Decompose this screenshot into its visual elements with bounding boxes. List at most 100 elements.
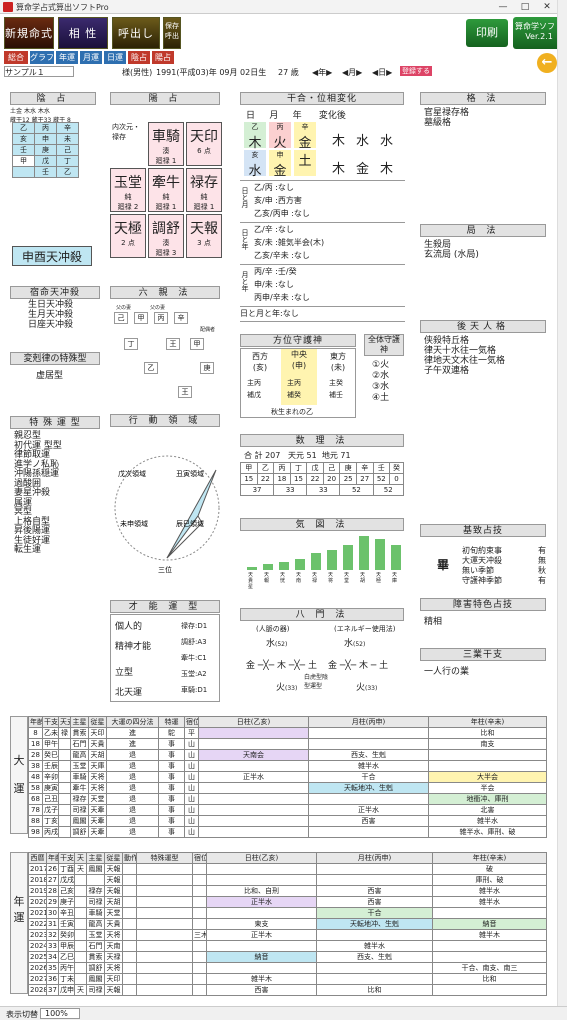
tokushu-list: 親忍型 初代運 型型 律節取運 進学ノ私恥 沖陽孫穏運 過酸囲 妻星沖殺 属運 冥型 上格自型 昇後…	[14, 431, 62, 555]
back-icon[interactable]: ←	[537, 53, 557, 73]
table-cell: 雑半水、庫刑、破	[428, 826, 547, 838]
table-cell: 貫索	[86, 951, 105, 963]
table-cell: 禄	[58, 727, 71, 739]
table-cell: 北害	[428, 804, 547, 816]
year-stepper[interactable]: ◀年▶	[312, 67, 332, 78]
inzen-cell: 未	[56, 133, 79, 145]
kisou-list: 初旬約束事 有 大運天冲殺 無 無い季節 秋 守護神季節 有	[462, 546, 546, 585]
table-cell: 2019	[28, 885, 47, 897]
table-header: 特運	[158, 716, 185, 728]
table-cell: 天胡	[104, 896, 123, 908]
table-row[interactable]: 2024 33 甲辰 石門 天南 雑半水	[28, 940, 547, 952]
table-cell: 33	[46, 940, 59, 952]
table-cell	[122, 940, 137, 952]
table-cell: 雑半水	[316, 940, 433, 952]
table-cell	[198, 760, 309, 772]
table-cell: 78	[28, 804, 43, 816]
table-cell: 天将	[88, 771, 107, 783]
table-row[interactable]: 18 甲午 石門 天貴進事山 南支	[28, 738, 547, 750]
table-cell	[122, 962, 137, 974]
table-cell: 破	[432, 863, 547, 875]
table-cell: 山	[184, 760, 199, 772]
table-cell: 比和	[428, 727, 547, 739]
close-button[interactable]: ✕	[536, 1, 558, 13]
table-row[interactable]: 2019 28 己亥 禄存 天報 比和、自刑 西害 雑半水	[28, 885, 547, 897]
print-button[interactable]: 印刷	[466, 19, 508, 47]
table-row[interactable]: 2021 30 辛丑 車騎 天堂 干合	[28, 907, 547, 919]
table-cell: 天南	[104, 940, 123, 952]
table-cell: 南支	[428, 738, 547, 750]
table-cell	[316, 929, 433, 941]
nav-nenun[interactable]: 年運	[56, 51, 78, 64]
table-row[interactable]: 2026 35 丙午 調舒 天将 干合、南支、南三	[28, 962, 547, 974]
kakuho-title: 格 法	[420, 92, 546, 105]
table-cell: 天貴	[104, 918, 123, 930]
kizu-bar	[391, 544, 401, 570]
table-cell: 事	[158, 760, 185, 772]
table-row[interactable]: 202332癸卯玉堂天将 三木正半木 雑半木	[28, 929, 547, 941]
table-row[interactable]: 88 丁亥 鳳閣 天牽退事山 西害 雑半水	[28, 815, 547, 827]
table-row[interactable]: 8 乙未禄貫索 天印進駝平 比和	[28, 727, 547, 739]
nav-sougou[interactable]: 総合	[4, 51, 28, 64]
nav-inzen[interactable]: 陰占	[128, 51, 150, 64]
table-row[interactable]: 2027 36 丁未 鳳閣 天印 雑半木 比和	[28, 973, 547, 985]
save-load-button[interactable]: 保存 呼出	[163, 17, 181, 49]
kizu-bar	[279, 561, 289, 570]
table-cell: 2028	[28, 984, 47, 996]
table-cell: 88	[28, 815, 43, 827]
table-row[interactable]: 98 丙戌 調舒 天牽退事山 雑半水、庫刑、破	[28, 826, 547, 838]
yozen-cell-8: 調舒湊廻禄 3	[148, 214, 184, 258]
compatibility-button[interactable]: 相 性	[58, 17, 108, 49]
table-cell: 正半水	[206, 896, 317, 908]
table-cell: 癸巳	[42, 749, 59, 761]
table-row[interactable]: 78 戊子 司禄 天牽退事山 正半水 北害	[28, 804, 547, 816]
name-field[interactable]: サンプル１	[4, 66, 74, 77]
table-cell	[136, 951, 193, 963]
table-row[interactable]: 2017 26 丁酉天鳳閣 天報 破	[28, 863, 547, 875]
minimize-button[interactable]: —	[492, 1, 514, 13]
table-cell	[192, 907, 207, 919]
load-button[interactable]: 呼出し	[112, 17, 160, 49]
table-cell: 石門	[70, 738, 89, 750]
table-cell	[74, 918, 87, 930]
register-button[interactable]: 登録する	[400, 66, 432, 76]
table-row[interactable]: 2020 29 庚子 司禄 天胡 正半水 西害 雑半水	[28, 896, 547, 908]
table-cell: 天報	[104, 874, 123, 886]
load-label: 呼出し	[118, 27, 154, 40]
table-row[interactable]: 58 庚寅 牽牛 天将退事山 天転地冲、生剋 半会	[28, 782, 547, 794]
maximize-button[interactable]: □	[514, 1, 536, 13]
kizu-labels: 天貴星 天報 天恍 天南 天禄 天将 天堂 天胡 天極 天庫	[244, 572, 404, 598]
houi-title: 方位守護神	[240, 334, 356, 347]
after-2: 水	[356, 134, 370, 149]
table-header: 日柱(乙亥)	[198, 716, 309, 728]
nav-getsuun[interactable]: 月運	[80, 51, 102, 64]
table-row[interactable]: 28 癸巳 龍高 天胡退事山天南会 西支、生剋	[28, 749, 547, 761]
table-cell: 天胡	[88, 749, 107, 761]
table-row[interactable]: 38 壬辰 玉堂 天庫退事山 雑半水	[28, 760, 547, 772]
table-row[interactable]: 68 己丑 禄存 天堂退事山 地衝冲、庫刑	[28, 793, 547, 805]
table-row[interactable]: 2028 37 戊申天司禄 天報 西害 比和	[28, 984, 547, 996]
zoom-select[interactable]: 100%	[40, 1008, 80, 1019]
table-row[interactable]: 2018 27 戊戌 天報 庫刑、破	[28, 874, 547, 886]
table-cell: 事	[158, 749, 185, 761]
nav-yozen[interactable]: 陽占	[152, 51, 174, 64]
table-cell: 丙戌	[42, 826, 59, 838]
age: 27 歳	[278, 68, 299, 77]
table-row[interactable]: 2025 34 乙巳 貫索 天禄 納音 西支、生剋	[28, 951, 547, 963]
table-cell: 天南会	[198, 749, 309, 761]
nav-nichiun[interactable]: 日運	[104, 51, 126, 64]
scrollbar[interactable]	[557, 0, 567, 1020]
month-stepper[interactable]: ◀月▶	[342, 67, 362, 78]
version-l1: 算命学ソフト	[515, 22, 563, 31]
table-cell: 天将	[88, 782, 107, 794]
inzen-cell: 丙	[34, 122, 57, 134]
nav-graph[interactable]: グラフ	[30, 51, 54, 64]
table-row[interactable]: 48 辛卯 車騎 天将退事山正半水 干合 大半会	[28, 771, 547, 783]
after-6: 木	[380, 162, 394, 177]
new-chart-button[interactable]: 新規命式	[4, 17, 54, 49]
table-row[interactable]: 2022 31 壬寅 龍高 天貴 東支 天転地冲、生剋 納音	[28, 918, 547, 930]
kyokuho-title: 局 法	[420, 224, 546, 237]
table-cell: 退	[106, 782, 159, 794]
table-cell: 壬辰	[42, 760, 59, 772]
day-stepper[interactable]: ◀日▶	[372, 67, 392, 78]
